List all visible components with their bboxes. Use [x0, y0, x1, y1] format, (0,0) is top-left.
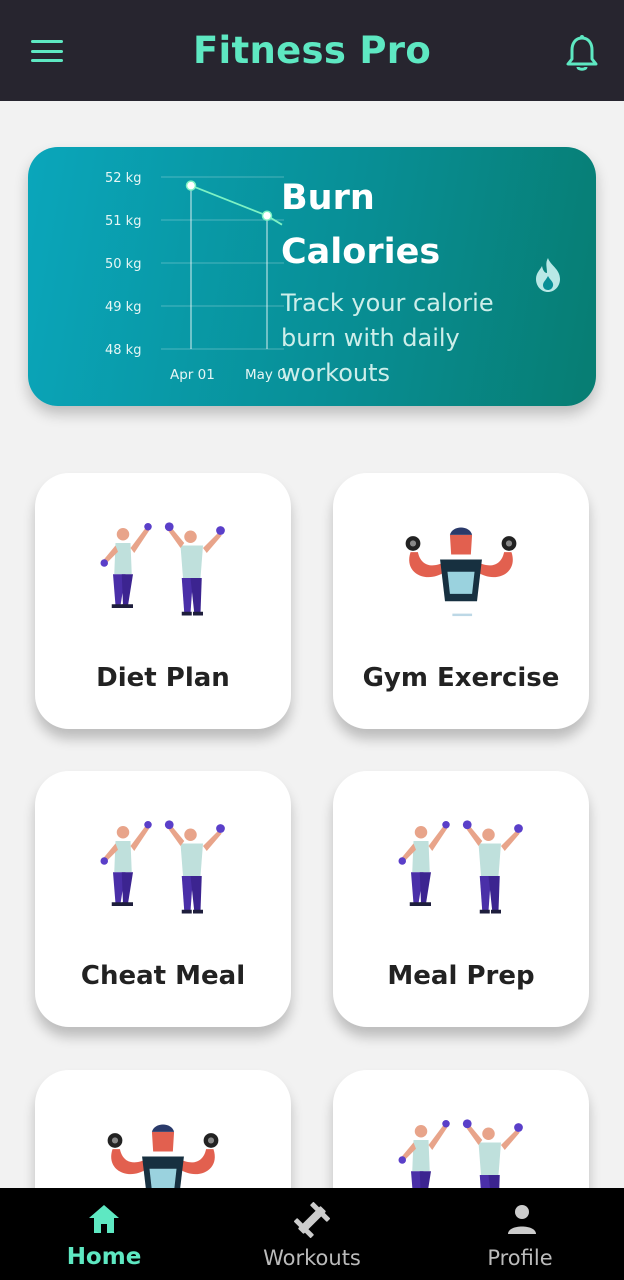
- chart-point: [261, 210, 273, 221]
- cheat-meal-illustration: [100, 820, 225, 914]
- chart-y-tick-label: 49 kg: [105, 300, 141, 315]
- dumbbell-icon: [294, 1202, 330, 1238]
- nav-profile[interactable]: Profile: [416, 1188, 624, 1280]
- card-meal-prep[interactable]: Meal Prep: [333, 771, 589, 1027]
- chart-y-tick-label: 48 kg: [105, 343, 141, 358]
- card-label: Meal Prep: [387, 961, 535, 991]
- person-icon: [508, 1205, 536, 1234]
- nav-home[interactable]: Home: [0, 1188, 208, 1280]
- chart-point: [185, 180, 197, 191]
- gym-exercise-illustration: [405, 527, 517, 617]
- chart-y-tick-label: 52 kg: [105, 171, 141, 186]
- fire-icon: [536, 258, 560, 292]
- banner-title: Burn Calories: [281, 178, 441, 272]
- nav-label: Profile: [487, 1246, 553, 1270]
- bell-icon[interactable]: [565, 34, 599, 72]
- home-icon: [89, 1205, 119, 1233]
- nav-workouts[interactable]: Workouts: [208, 1188, 416, 1280]
- chart-y-tick-label: 50 kg: [105, 257, 141, 272]
- bottom-navigation: Home Workouts Profile: [0, 1188, 624, 1280]
- banner-subtitle: Track your calorie burn with daily worko…: [281, 289, 494, 387]
- weight-chart: 52 kg 51 kg 50 kg 49 kg 48 kg Apr 01 May 0: [105, 171, 286, 383]
- menu-icon: [31, 40, 63, 43]
- nav-label: Workouts: [263, 1246, 361, 1270]
- app-title: Fitness Pro: [192, 29, 432, 72]
- app-bar: Fitness Pro: [0, 0, 624, 101]
- card-label: Cheat Meal: [80, 961, 246, 991]
- card-diet-plan[interactable]: Diet Plan: [35, 473, 291, 729]
- card-gym-exercise[interactable]: Gym Exercise: [333, 473, 589, 729]
- chart-x-tick-label: May 0: [245, 367, 286, 383]
- card-cheat-meal[interactable]: Cheat Meal: [35, 771, 291, 1027]
- card-label: Gym Exercise: [362, 663, 560, 693]
- meal-prep-illustration: [398, 820, 523, 914]
- chart-x-tick-label: Apr 01: [170, 367, 215, 383]
- burn-calories-banner[interactable]: 52 kg 51 kg 50 kg 49 kg 48 kg Apr 01 May 0 Bur…: [28, 147, 596, 406]
- card-label: Diet Plan: [96, 663, 230, 693]
- nav-label: Home: [66, 1244, 142, 1270]
- chart-y-tick-label: 51 kg: [105, 214, 141, 229]
- menu-button[interactable]: [30, 36, 64, 66]
- diet-plan-illustration: [100, 522, 225, 616]
